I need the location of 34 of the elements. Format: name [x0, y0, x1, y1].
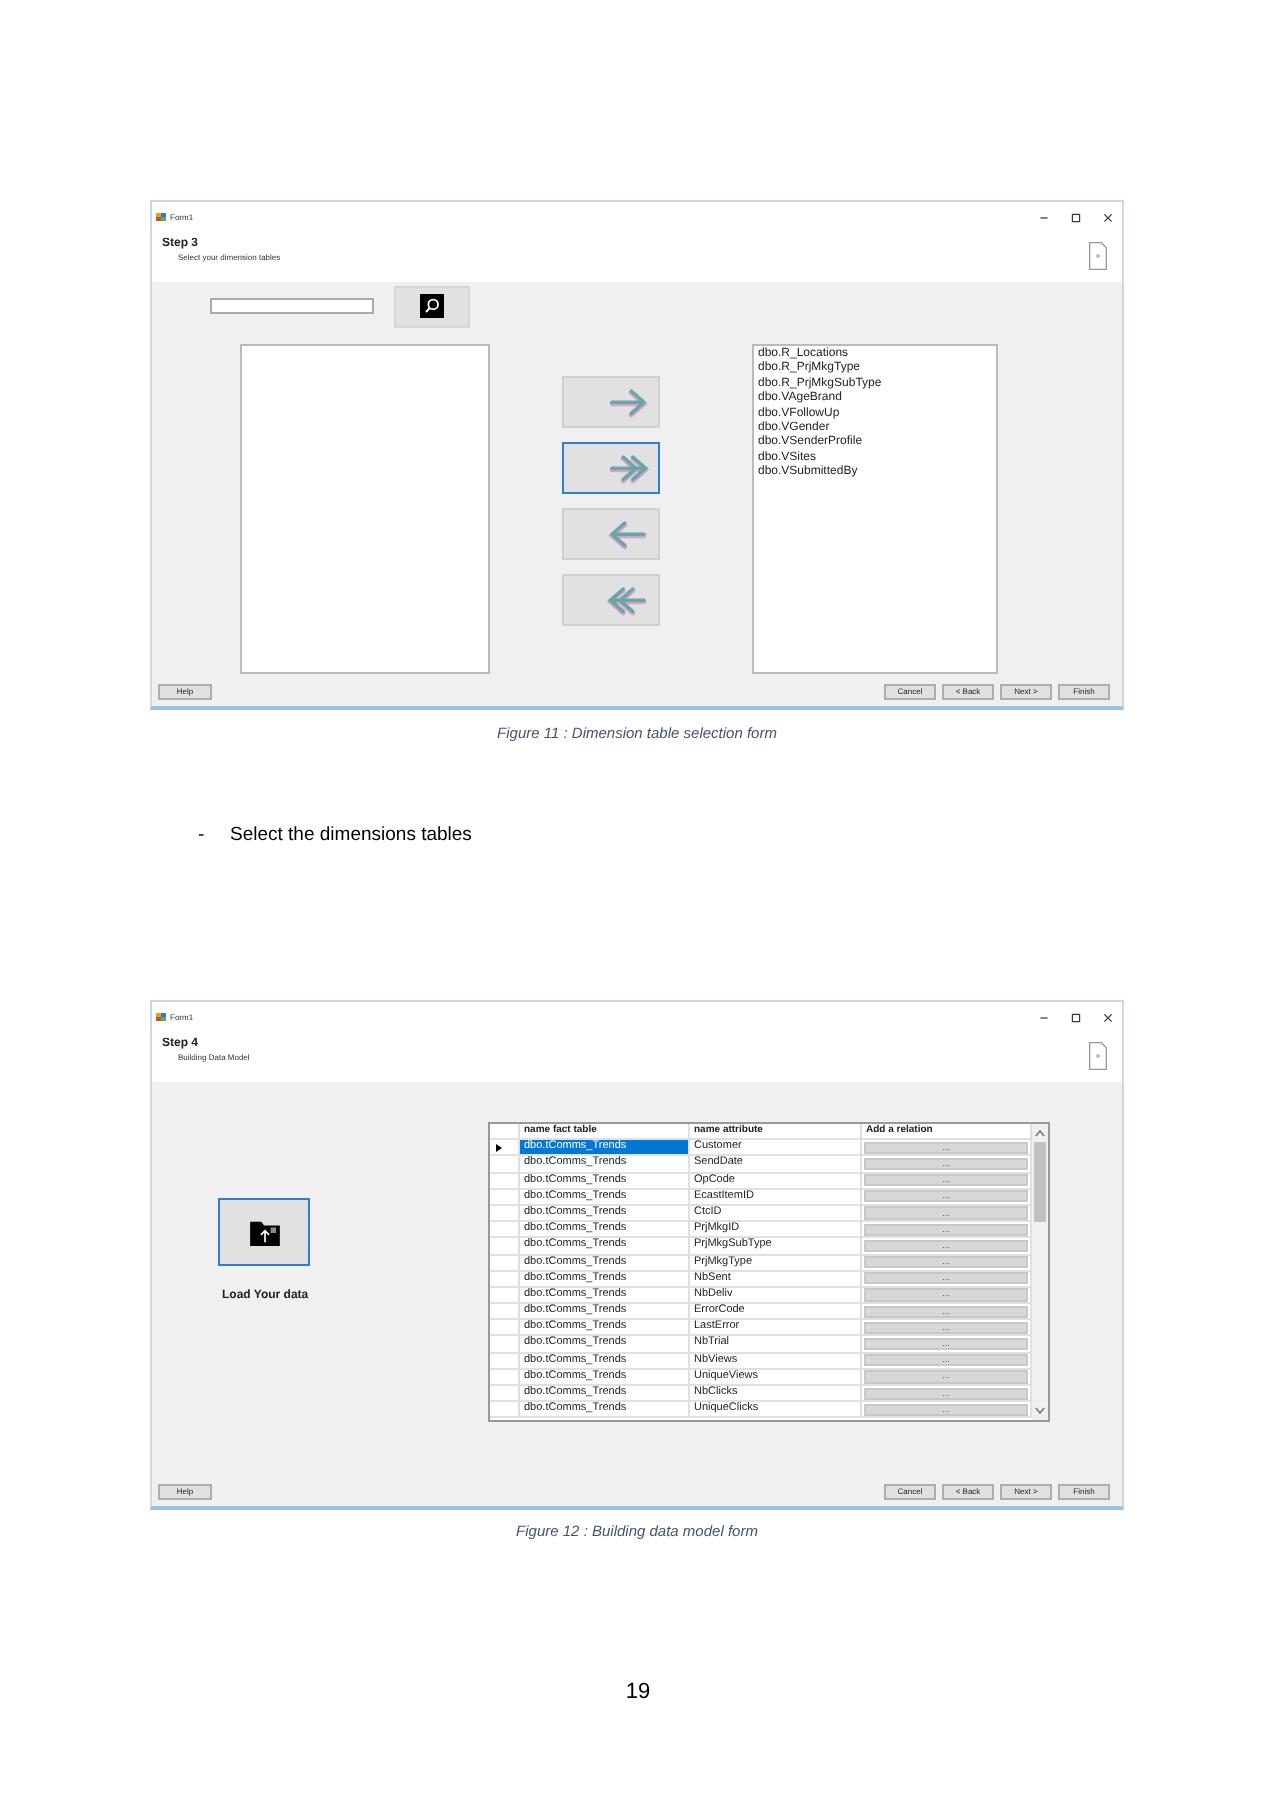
- close-icon[interactable]: [1102, 211, 1114, 223]
- row-header-cell[interactable]: [490, 1320, 520, 1337]
- double-left-arrow-icon: [604, 583, 652, 617]
- bullet-text: Select the dimensions tables: [230, 824, 472, 846]
- folder-upload-icon: [249, 1219, 279, 1245]
- row-header-cell[interactable]: [490, 1336, 520, 1354]
- maximize-icon[interactable]: [1070, 1011, 1082, 1023]
- search-field[interactable]: [210, 298, 374, 314]
- close-icon[interactable]: [1102, 1011, 1114, 1023]
- row-header-cell[interactable]: [490, 1222, 520, 1239]
- vertical-scrollbar[interactable]: [1032, 1124, 1048, 1420]
- minimize-icon[interactable]: [1038, 1011, 1050, 1023]
- row-header-cell[interactable]: [490, 1386, 520, 1403]
- document-icon: [1088, 240, 1108, 272]
- double-right-arrow-icon: [604, 451, 652, 485]
- minimize-icon[interactable]: [1038, 211, 1050, 223]
- search-button[interactable]: [394, 285, 470, 327]
- load-data-button[interactable]: [218, 1198, 310, 1266]
- page-number: 19: [623, 1680, 653, 1704]
- row-header-cell[interactable]: [490, 1402, 520, 1419]
- app-icon: [156, 212, 166, 222]
- right-arrow-icon: [604, 385, 652, 419]
- maximize-icon[interactable]: [1070, 211, 1082, 223]
- available-tables-list[interactable]: [240, 344, 490, 674]
- left-arrow-icon: [604, 517, 652, 551]
- row-header-cell[interactable]: [490, 1238, 520, 1256]
- app-icon: [156, 1012, 166, 1022]
- transfer-button[interactable]: [562, 442, 660, 494]
- document-icon: [1088, 1040, 1108, 1072]
- row-header-cell[interactable]: [490, 1304, 520, 1321]
- row-header-cell[interactable]: [490, 1156, 520, 1174]
- row-header-cell[interactable]: [490, 1140, 520, 1157]
- search-icon: [420, 294, 444, 318]
- bullet-dash: -: [198, 824, 207, 846]
